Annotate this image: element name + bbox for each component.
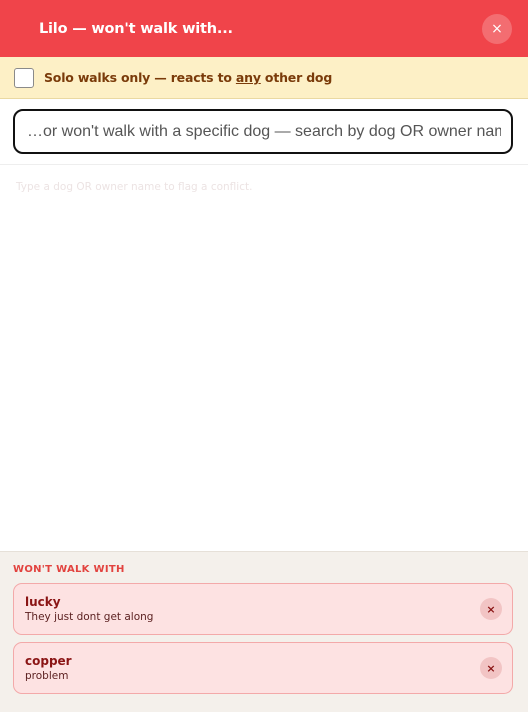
conflicts-title: WON'T WALK WITH [13, 564, 125, 575]
close-button[interactable]: × [482, 13, 512, 44]
conflict-info: copper problem [25, 654, 72, 682]
search-hint: Type a dog OR owner name to flag a confl… [16, 181, 253, 193]
solo-walks-label-emphasis: any [235, 70, 261, 85]
remove-icon: × [486, 661, 496, 675]
conflict-reason: problem [25, 670, 69, 682]
wont-walk-with-modal: Lilo — won't walk with... × Solo walks o… [0, 0, 528, 712]
modal-header: Lilo — won't walk with... × [0, 0, 528, 57]
remove-icon: × [486, 602, 496, 616]
solo-walks-label[interactable]: Solo walks only — reacts to any other do… [44, 70, 332, 85]
results-area [0, 209, 528, 551]
close-icon: × [491, 20, 503, 37]
conflict-card: copper problem × [13, 642, 513, 694]
conflict-info: lucky They just dont get along [25, 595, 153, 623]
remove-conflict-button[interactable]: × [480, 657, 502, 679]
conflict-card: lucky They just dont get along × [13, 583, 513, 635]
search-section [0, 99, 528, 165]
conflicts-section: WON'T WALK WITH lucky They just dont get… [0, 551, 528, 712]
solo-walks-checkbox[interactable] [14, 67, 34, 88]
remove-conflict-button[interactable]: × [480, 598, 502, 620]
conflict-dog-name: copper [25, 654, 72, 668]
conflict-dog-name: lucky [25, 595, 61, 609]
conflict-reason: They just dont get along [25, 611, 154, 623]
solo-walks-row[interactable]: Solo walks only — reacts to any other do… [0, 57, 528, 99]
dog-owner-search-input[interactable] [13, 109, 513, 154]
modal-title: Lilo — won't walk with... [39, 20, 233, 37]
